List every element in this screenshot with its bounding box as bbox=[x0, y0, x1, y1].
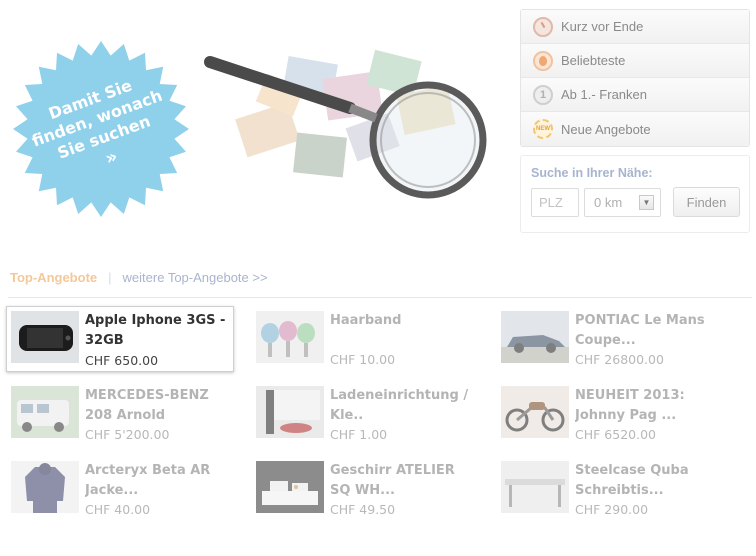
nearby-search-title: Suche in Ihrer Nähe: bbox=[531, 166, 653, 180]
listing-thumbnail[interactable] bbox=[501, 311, 569, 363]
zip-code-input[interactable] bbox=[531, 188, 579, 217]
radius-select-value: 0 km bbox=[594, 195, 623, 210]
listing-thumbnail[interactable] bbox=[501, 461, 569, 513]
listing-thumbnail[interactable] bbox=[501, 386, 569, 438]
listing-title[interactable]: Ladeneinrichtung / Kle.. bbox=[330, 386, 478, 426]
listing-thumbnail[interactable] bbox=[11, 461, 79, 513]
listing-title[interactable]: Haarband bbox=[330, 311, 478, 331]
listing-price: CHF 1.00 bbox=[330, 427, 388, 442]
listing-title[interactable]: PONTIAC Le Mans Coupe... bbox=[575, 311, 723, 351]
listing-card[interactable]: Geschirr ATELIER SQ WH... CHF 49.50 bbox=[251, 456, 479, 522]
listing-card[interactable]: PONTIAC Le Mans Coupe... CHF 26800.00 bbox=[496, 306, 724, 372]
hero-banner: Damit Sie finden, wonach Sie suchen » bbox=[0, 0, 510, 235]
listing-title[interactable]: Steelcase Quba Schreibtis... bbox=[575, 461, 723, 501]
header-separator: | bbox=[108, 270, 112, 285]
quick-link-from-one-franc[interactable]: 1 Ab 1.- Franken bbox=[521, 78, 749, 112]
quick-link-label: Kurz vor Ende bbox=[561, 19, 644, 34]
listing-price: CHF 290.00 bbox=[575, 502, 649, 517]
quick-link-ending-soon[interactable]: Kurz vor Ende bbox=[521, 10, 749, 44]
dishes-image bbox=[256, 461, 324, 513]
listing-title[interactable]: Geschirr ATELIER SQ WH... bbox=[330, 461, 478, 501]
divider bbox=[8, 297, 752, 298]
listing-thumbnail[interactable] bbox=[256, 461, 324, 513]
shop-fittings-image bbox=[256, 386, 324, 438]
phone-image bbox=[11, 311, 79, 363]
chevron-down-icon[interactable]: ▼ bbox=[639, 195, 654, 210]
top-offers-header: Top-Angebote | weitere Top-Angebote >> bbox=[10, 270, 268, 285]
listing-card[interactable]: MERCEDES-BENZ 208 Arnold CHF 5'200.00 bbox=[6, 381, 234, 447]
listing-title[interactable]: MERCEDES-BENZ 208 Arnold bbox=[85, 386, 233, 426]
listing-title[interactable]: NEUHEIT 2013: Johnny Pag ... bbox=[575, 386, 723, 426]
quick-link-label: Ab 1.- Franken bbox=[561, 87, 647, 102]
listing-price: CHF 5'200.00 bbox=[85, 427, 170, 442]
listing-title[interactable]: Apple Iphone 3GS - 32GB bbox=[85, 311, 233, 351]
one-franc-icon: 1 bbox=[533, 84, 553, 105]
motorcycle-image bbox=[501, 386, 569, 438]
listing-price: CHF 650.00 bbox=[85, 353, 159, 368]
jacket-image bbox=[11, 461, 79, 513]
listing-thumbnail[interactable] bbox=[11, 311, 79, 363]
listing-price: CHF 10.00 bbox=[330, 352, 396, 367]
flame-icon bbox=[533, 50, 553, 71]
listing-title[interactable]: Arcteryx Beta AR Jacke... bbox=[85, 461, 233, 501]
quick-link-popular[interactable]: Beliebteste bbox=[521, 44, 749, 78]
listing-thumbnail[interactable] bbox=[256, 311, 324, 363]
car-image bbox=[501, 311, 569, 363]
listing-card[interactable]: Haarband CHF 10.00 bbox=[251, 306, 479, 372]
listing-card[interactable]: Arcteryx Beta AR Jacke... CHF 40.00 bbox=[6, 456, 234, 522]
listing-thumbnail[interactable] bbox=[11, 386, 79, 438]
more-top-offers-link[interactable]: weitere Top-Angebote >> bbox=[123, 270, 268, 285]
listing-card[interactable]: Ladeneinrichtung / Kle.. CHF 1.00 bbox=[251, 381, 479, 447]
listing-thumbnail[interactable] bbox=[256, 386, 324, 438]
listing-price: CHF 49.50 bbox=[330, 502, 396, 517]
listing-card[interactable]: Steelcase Quba Schreibtis... CHF 290.00 bbox=[496, 456, 724, 522]
quick-link-label: Beliebteste bbox=[561, 53, 626, 68]
clock-icon bbox=[533, 16, 553, 37]
listing-card[interactable]: Apple Iphone 3GS - 32GB CHF 650.00 bbox=[6, 306, 234, 372]
new-badge-icon: NEW bbox=[533, 119, 553, 139]
chevron-right-icon: » bbox=[102, 145, 121, 170]
quick-link-new-offers[interactable]: NEW Neue Angebote bbox=[521, 112, 749, 146]
van-image bbox=[11, 386, 79, 438]
magnifier-stamps-illustration bbox=[204, 49, 487, 199]
find-button[interactable]: Finden bbox=[673, 187, 740, 217]
listing-card[interactable]: NEUHEIT 2013: Johnny Pag ... CHF 6520.00 bbox=[496, 381, 724, 447]
quick-links-panel: Kurz vor Ende Beliebteste 1 Ab 1.- Frank… bbox=[520, 9, 750, 147]
desk-image bbox=[501, 461, 569, 513]
hairband-image bbox=[256, 311, 324, 363]
radius-select[interactable]: 0 km ▼ bbox=[584, 188, 661, 217]
listing-price: CHF 40.00 bbox=[85, 502, 151, 517]
top-offers-title: Top-Angebote bbox=[10, 270, 98, 285]
listing-price: CHF 6520.00 bbox=[575, 427, 656, 442]
quick-link-label: Neue Angebote bbox=[561, 121, 651, 137]
listing-price: CHF 26800.00 bbox=[575, 352, 664, 367]
nearby-search-panel: Suche in Ihrer Nähe: 0 km ▼ Finden bbox=[520, 155, 750, 233]
